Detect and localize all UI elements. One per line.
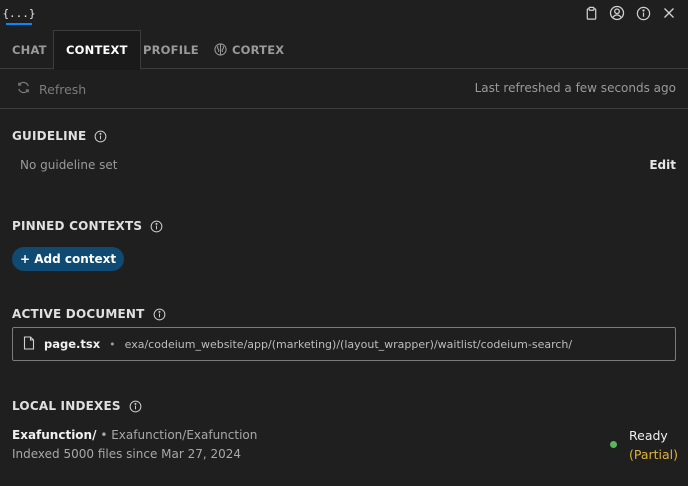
guideline-heading: GUIDELINE: [12, 129, 107, 143]
tab-profile[interactable]: PROFILE: [143, 30, 199, 69]
top-toolbar: [582, 4, 678, 22]
tab-profile-label: PROFILE: [143, 42, 199, 57]
active-tab-indicator: [6, 23, 32, 25]
tab-cortex[interactable]: CORTEX: [214, 30, 284, 69]
active-document-card[interactable]: page.tsx • exa/codeium_website/app/(mark…: [12, 327, 676, 361]
local-indexes-heading: LOCAL INDEXES: [12, 399, 142, 413]
clipboard-icon[interactable]: [582, 4, 600, 22]
info-icon[interactable]: [634, 4, 652, 22]
document-filename: page.tsx: [44, 337, 101, 351]
brain-icon: [214, 43, 227, 56]
guideline-value: No guideline set: [20, 158, 118, 172]
index-separator: •: [100, 428, 108, 442]
pinned-contexts-heading: PINNED CONTEXTS: [12, 219, 163, 233]
title-bar: {...}: [0, 0, 688, 26]
info-icon[interactable]: [129, 400, 142, 413]
info-icon[interactable]: [153, 308, 166, 321]
document-path: exa/codeium_website/app/(marketing)/(lay…: [124, 337, 573, 351]
app-tab[interactable]: {...}: [2, 0, 36, 26]
tab-chat[interactable]: CHAT: [12, 30, 47, 69]
file-icon: [23, 335, 35, 353]
app-tab-label: {...}: [2, 6, 36, 20]
add-context-button[interactable]: + Add context: [12, 247, 125, 271]
edit-guideline-button[interactable]: Edit: [649, 158, 676, 172]
tab-context-label: CONTEXT: [66, 43, 128, 57]
tab-context[interactable]: CONTEXT: [53, 30, 141, 70]
refresh-button[interactable]: Refresh: [16, 80, 86, 98]
guideline-title: GUIDELINE: [12, 129, 87, 143]
document-separator: •: [109, 337, 116, 351]
tab-bar: CHAT CONTEXT PROFILE CORTEX: [0, 30, 688, 70]
index-meta: Indexed 5000 files since Mar 27, 2024: [12, 447, 242, 461]
tab-chat-label: CHAT: [12, 42, 47, 57]
refresh-icon: [16, 80, 31, 98]
info-icon[interactable]: [94, 130, 107, 143]
index-name-line: Exafunction/ • Exafunction/Exafunction: [12, 428, 257, 442]
index-status: Ready: [629, 428, 668, 443]
last-refreshed-text: Last refreshed a few seconds ago: [474, 81, 676, 95]
refresh-bar: Refresh Last refreshed a few seconds ago: [0, 69, 688, 109]
tab-cortex-label: CORTEX: [232, 42, 285, 57]
local-indexes-title: LOCAL INDEXES: [12, 399, 121, 413]
active-document-heading: ACTIVE DOCUMENT: [12, 307, 166, 321]
index-status-detail: (Partial): [629, 447, 679, 462]
pinned-contexts-title: PINNED CONTEXTS: [12, 219, 143, 233]
active-document-title: ACTIVE DOCUMENT: [12, 307, 145, 321]
info-icon[interactable]: [150, 220, 163, 233]
refresh-label: Refresh: [39, 81, 87, 97]
index-name: Exafunction/: [12, 428, 97, 442]
close-icon[interactable]: [660, 4, 678, 22]
index-repo: Exafunction/Exafunction: [111, 428, 258, 442]
account-icon[interactable]: [608, 4, 626, 22]
status-dot: [610, 441, 617, 448]
